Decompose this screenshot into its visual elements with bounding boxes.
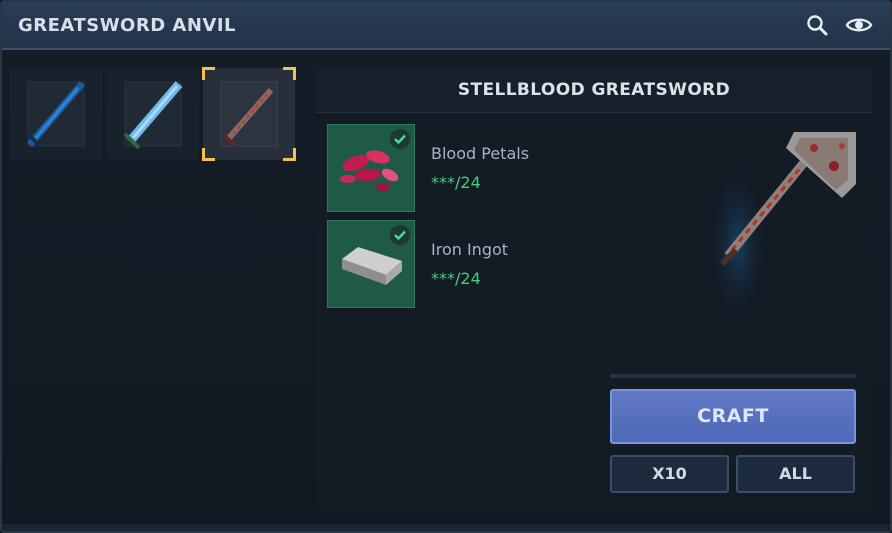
check-icon	[390, 225, 410, 245]
material-count: ***/24	[431, 173, 481, 192]
selection-corner	[202, 148, 215, 161]
craft-button[interactable]: CRAFT	[610, 389, 856, 444]
selection-corner	[283, 67, 296, 80]
stellblood-greatsword-icon	[220, 81, 278, 148]
selection-corner	[202, 67, 215, 80]
craft-progress-bar	[610, 374, 856, 378]
blue-greatsword-icon	[26, 81, 85, 148]
material-slot-iron-ingot[interactable]	[327, 220, 415, 308]
item-title: STELLBLOOD GREATSWORD	[457, 80, 731, 100]
stellblood-greatsword-preview-icon	[708, 132, 856, 324]
material-slot-blood-petals[interactable]	[327, 124, 415, 212]
bottom-border	[2, 524, 890, 531]
material-count: ***/24	[431, 269, 481, 288]
title-bar: GREATSWORD ANVIL	[2, 2, 890, 50]
check-icon	[390, 129, 410, 149]
craft-x10-button[interactable]: X10	[610, 455, 729, 493]
recipe-detail-panel: STELLBLOOD GREATSWORD Blood Petals ***/2…	[316, 68, 872, 510]
window-title: GREATSWORD ANVIL	[18, 15, 237, 36]
ice-greatsword-icon	[123, 81, 183, 150]
material-name: Blood Petals	[431, 144, 530, 163]
detail-header: STELLBLOOD GREATSWORD	[316, 68, 872, 113]
crafting-window: GREATSWORD ANVIL STELLBLOOD GREATSWORD B…	[0, 0, 892, 533]
item-preview	[696, 124, 866, 334]
eye-icon[interactable]	[845, 13, 873, 37]
search-icon[interactable]	[805, 13, 829, 37]
recipe-slot-stellblood-greatsword[interactable]	[202, 67, 296, 161]
recipe-slot-ice-greatsword[interactable]	[107, 68, 199, 160]
selection-corner	[283, 148, 296, 161]
recipe-grid	[10, 67, 300, 168]
craft-all-button[interactable]: ALL	[736, 455, 855, 493]
recipe-slot-blue-greatsword[interactable]	[10, 68, 102, 160]
material-name: Iron Ingot	[431, 240, 509, 259]
